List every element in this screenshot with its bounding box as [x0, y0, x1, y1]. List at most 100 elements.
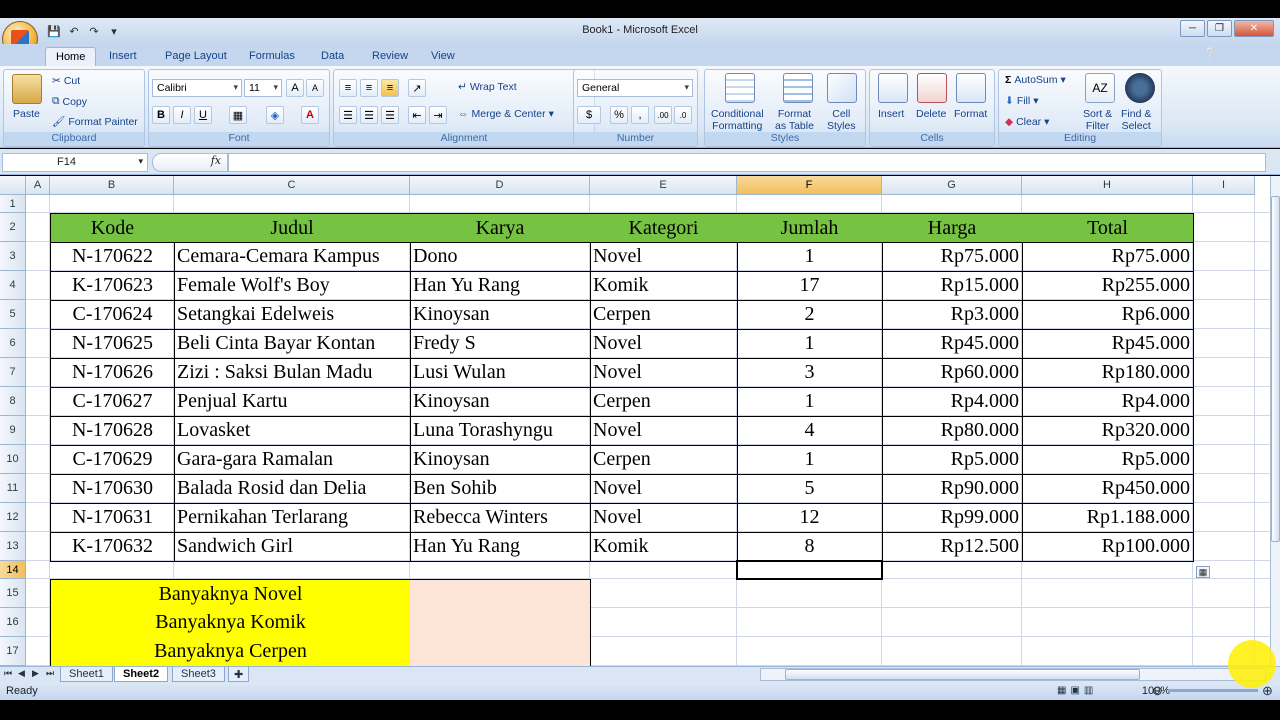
table-cell[interactable]: Lovasket	[174, 416, 411, 446]
table-header-cell[interactable]: Total	[1022, 213, 1194, 243]
align-left-icon[interactable]: ☰	[339, 106, 357, 124]
table-cell[interactable]: 3	[737, 358, 883, 388]
insert-sheet-icon[interactable]: ✚	[228, 667, 250, 682]
row-header-5[interactable]: 5	[0, 300, 26, 329]
paste-options-icon[interactable]: ▦	[1196, 566, 1210, 578]
table-cell[interactable]: Rp450.000	[1022, 474, 1194, 504]
conditional-formatting-button[interactable]: Conditional Formatting	[711, 108, 764, 132]
autosum-button[interactable]: Σ AutoSum ▾	[1005, 74, 1066, 86]
align-bottom-icon[interactable]: ≡	[381, 79, 399, 97]
row-header-6[interactable]: 6	[0, 329, 26, 358]
clear-button[interactable]: ◆ Clear ▾	[1005, 116, 1049, 128]
table-header-cell[interactable]: Kode	[50, 213, 175, 243]
table-cell[interactable]: Rp12.500	[882, 532, 1023, 562]
table-cell[interactable]: C-170629	[50, 445, 175, 475]
table-cell[interactable]: N-170628	[50, 416, 175, 446]
summary-label[interactable]: Banyaknya Komik	[50, 608, 411, 638]
table-header-cell[interactable]: Jumlah	[737, 213, 883, 243]
prev-sheet-icon[interactable]: ◀	[18, 668, 25, 679]
summary-value-cell[interactable]	[410, 637, 591, 666]
table-cell[interactable]: K-170632	[50, 532, 175, 562]
column-header-a[interactable]: A	[26, 176, 50, 195]
table-cell[interactable]: Dono	[410, 242, 591, 272]
table-cell[interactable]: Zizi : Saksi Bulan Madu	[174, 358, 411, 388]
table-cell[interactable]: N-170625	[50, 329, 175, 359]
align-top-icon[interactable]: ≡	[339, 79, 357, 97]
table-cell[interactable]: C-170624	[50, 300, 175, 330]
table-cell[interactable]: Rp99.000	[882, 503, 1023, 533]
format-cells-button[interactable]: Format	[954, 108, 987, 120]
tab-page-layout[interactable]: Page Layout	[155, 47, 237, 66]
table-cell[interactable]: 1	[737, 242, 883, 272]
minimize-button[interactable]: ─	[1180, 20, 1205, 37]
table-cell[interactable]: 17	[737, 271, 883, 301]
table-cell[interactable]: 8	[737, 532, 883, 562]
table-cell[interactable]: Balada Rosid dan Delia	[174, 474, 411, 504]
table-cell[interactable]: Rp45.000	[1022, 329, 1194, 359]
table-cell[interactable]: Rp80.000	[882, 416, 1023, 446]
table-cell[interactable]: Cerpen	[590, 445, 738, 475]
table-cell[interactable]: Novel	[590, 474, 738, 504]
percent-button[interactable]: %	[610, 106, 628, 124]
page-break-view-icon[interactable]: ▥	[1084, 685, 1093, 696]
table-cell[interactable]: Rp320.000	[1022, 416, 1194, 446]
table-cell[interactable]: Rp1.188.000	[1022, 503, 1194, 533]
table-cell[interactable]: Rp60.000	[882, 358, 1023, 388]
tab-view[interactable]: View	[421, 47, 465, 66]
cut-button[interactable]: ✂ Cut	[52, 75, 80, 87]
table-cell[interactable]: Rp4.000	[882, 387, 1023, 417]
table-cell[interactable]: Gara-gara Ramalan	[174, 445, 411, 475]
tab-insert[interactable]: Insert	[99, 47, 147, 66]
table-cell[interactable]: Cerpen	[590, 300, 738, 330]
worksheet-grid[interactable]: ABCDEFGHI 1 2 3 4 5 6 7 8 9 10 11 12 13 14 15 16 17 Kode…	[0, 176, 1270, 666]
restore-button[interactable]: ❐	[1207, 20, 1232, 37]
table-cell[interactable]: N-170626	[50, 358, 175, 388]
column-header-g[interactable]: G	[882, 176, 1022, 195]
table-cell[interactable]: Novel	[590, 242, 738, 272]
font-size-combo[interactable]: 11	[244, 79, 282, 97]
tab-formulas[interactable]: Formulas	[239, 47, 305, 66]
select-all-corner[interactable]	[0, 176, 26, 195]
row-header-1[interactable]: 1	[0, 195, 26, 213]
table-cell[interactable]: Rp90.000	[882, 474, 1023, 504]
vertical-scroll-thumb[interactable]	[1271, 196, 1280, 542]
shrink-font-button[interactable]: A	[306, 79, 324, 97]
copy-button[interactable]: ⧉ Copy	[52, 95, 87, 108]
italic-button[interactable]: I	[173, 106, 191, 124]
wrap-text-button[interactable]: ↵ Wrap Text	[458, 81, 517, 93]
tab-data[interactable]: Data	[311, 47, 354, 66]
table-cell[interactable]: N-170622	[50, 242, 175, 272]
row-header-17[interactable]: 17	[0, 637, 26, 666]
table-cell[interactable]: Rp3.000	[882, 300, 1023, 330]
insert-cells-button[interactable]: Insert	[878, 108, 904, 120]
next-sheet-icon[interactable]: ▶	[32, 668, 39, 679]
column-header-f[interactable]: F	[737, 176, 882, 195]
paste-button[interactable]: Paste	[13, 108, 40, 120]
merge-center-button[interactable]: ⇔ Merge & Center ▾	[458, 108, 554, 120]
page-layout-view-icon[interactable]: ▣	[1070, 685, 1079, 696]
table-cell[interactable]: Rp180.000	[1022, 358, 1194, 388]
row-header-4[interactable]: 4	[0, 271, 26, 300]
column-header-b[interactable]: B	[50, 176, 174, 195]
table-cell[interactable]: Komik	[590, 271, 738, 301]
font-color-button[interactable]: A	[301, 106, 319, 124]
format-as-table-button[interactable]: Format as Table	[775, 108, 814, 132]
row-header-12[interactable]: 12	[0, 503, 26, 532]
row-header-8[interactable]: 8	[0, 387, 26, 416]
column-header-h[interactable]: H	[1022, 176, 1193, 195]
table-cell[interactable]: 5	[737, 474, 883, 504]
table-cell[interactable]: 12	[737, 503, 883, 533]
zoom-slider[interactable]	[1168, 689, 1258, 692]
table-cell[interactable]: Ben Sohib	[410, 474, 591, 504]
column-header-c[interactable]: C	[174, 176, 410, 195]
table-cell[interactable]: Pernikahan Terlarang	[174, 503, 411, 533]
table-cell[interactable]: K-170623	[50, 271, 175, 301]
row-header-15[interactable]: 15	[0, 579, 26, 608]
fill-color-button[interactable]: ◈	[266, 106, 284, 124]
row-header-11[interactable]: 11	[0, 474, 26, 503]
row-header-3[interactable]: 3	[0, 242, 26, 271]
table-cell[interactable]: Novel	[590, 329, 738, 359]
underline-button[interactable]: U	[194, 106, 212, 124]
borders-button[interactable]: ▦	[229, 106, 247, 124]
orientation-icon[interactable]: ↗	[408, 79, 426, 97]
